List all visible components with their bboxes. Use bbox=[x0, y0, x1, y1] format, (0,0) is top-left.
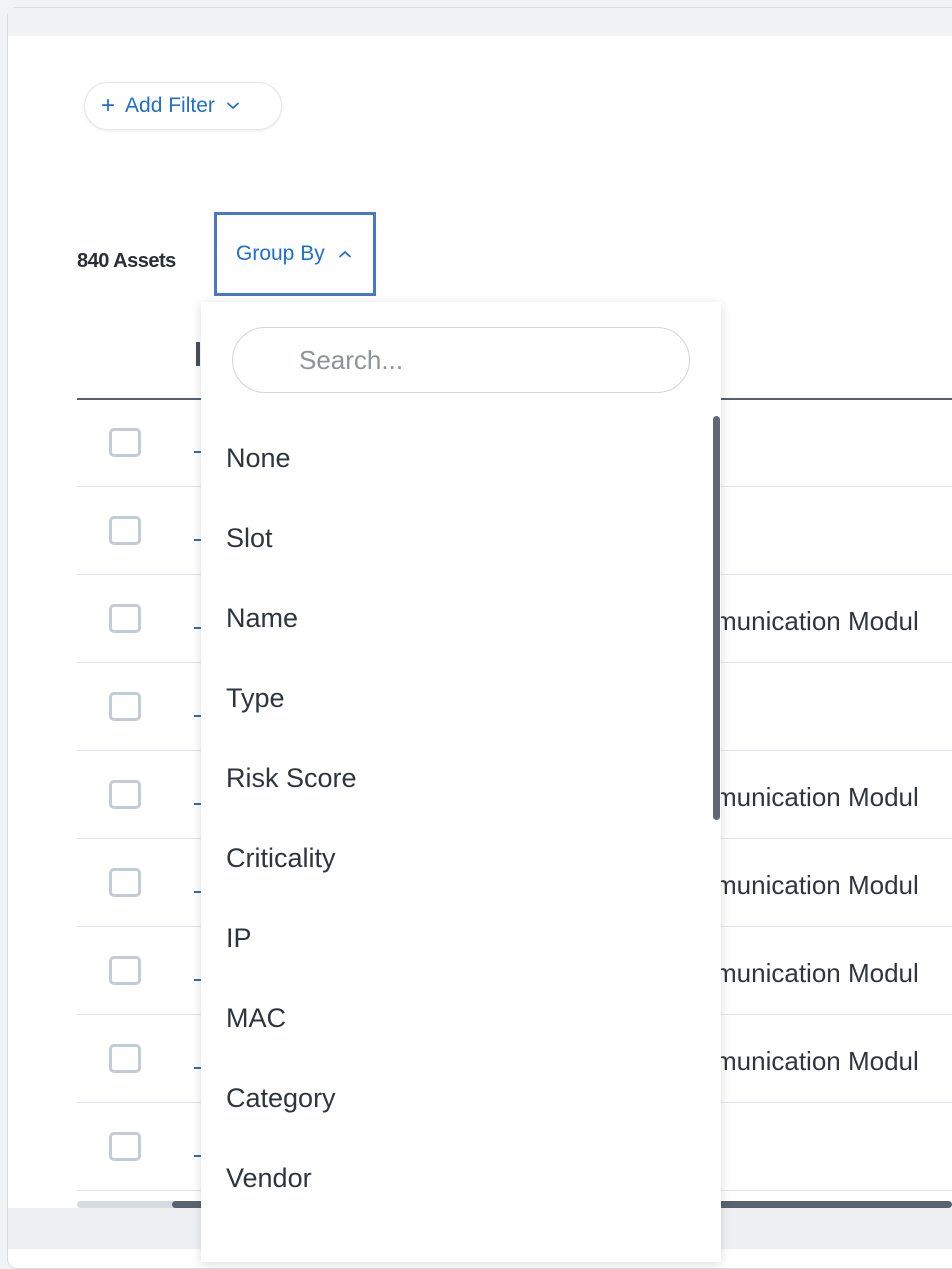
group-by-button[interactable]: Group By bbox=[214, 212, 376, 296]
row-checkbox[interactable] bbox=[109, 956, 141, 985]
group-by-options: None Slot Name Type Risk Score Criticali… bbox=[201, 418, 711, 1218]
chevron-up-icon bbox=[338, 250, 351, 258]
group-by-dropdown: None Slot Name Type Risk Score Criticali… bbox=[201, 302, 721, 1262]
row-checkbox[interactable] bbox=[109, 780, 141, 809]
group-by-option-criticality[interactable]: Criticality bbox=[201, 818, 711, 898]
group-by-option-risk-score[interactable]: Risk Score bbox=[201, 738, 711, 818]
group-by-option-vendor[interactable]: Vendor bbox=[201, 1138, 711, 1218]
group-by-option-ip[interactable]: IP bbox=[201, 898, 711, 978]
row-checkbox[interactable] bbox=[109, 868, 141, 897]
row-type-cell: munication Modul bbox=[715, 606, 919, 636]
row-type-cell: munication Modul bbox=[715, 1046, 919, 1076]
group-by-option-category[interactable]: Category bbox=[201, 1058, 711, 1138]
dropdown-scrollbar-thumb[interactable] bbox=[713, 416, 720, 820]
row-checkbox[interactable] bbox=[109, 428, 141, 457]
group-by-option-mac[interactable]: MAC bbox=[201, 978, 711, 1058]
group-by-label: Group By bbox=[236, 242, 325, 265]
row-checkbox[interactable] bbox=[109, 1044, 141, 1073]
row-checkbox[interactable] bbox=[109, 516, 141, 545]
top-strip bbox=[8, 8, 952, 36]
row-type-cell: munication Modul bbox=[715, 870, 919, 900]
group-by-option-name[interactable]: Name bbox=[201, 578, 711, 658]
group-by-option-none[interactable]: None bbox=[201, 418, 711, 498]
group-by-option-slot[interactable]: Slot bbox=[201, 498, 711, 578]
column-header bbox=[196, 342, 200, 366]
chevron-down-icon bbox=[226, 102, 239, 110]
row-checkbox[interactable] bbox=[109, 692, 141, 721]
row-type-cell: munication Modul bbox=[715, 782, 919, 812]
group-by-option-type[interactable]: Type bbox=[201, 658, 711, 738]
add-filter-label: Add Filter bbox=[125, 94, 215, 117]
row-checkbox[interactable] bbox=[109, 1132, 141, 1161]
asset-count: 840 Assets bbox=[77, 250, 176, 272]
add-filter-button[interactable]: + Add Filter bbox=[84, 82, 282, 130]
row-checkbox[interactable] bbox=[109, 604, 141, 633]
plus-icon: + bbox=[101, 92, 116, 119]
group-by-search-input[interactable] bbox=[232, 327, 690, 393]
row-type-cell: munication Modul bbox=[715, 958, 919, 988]
